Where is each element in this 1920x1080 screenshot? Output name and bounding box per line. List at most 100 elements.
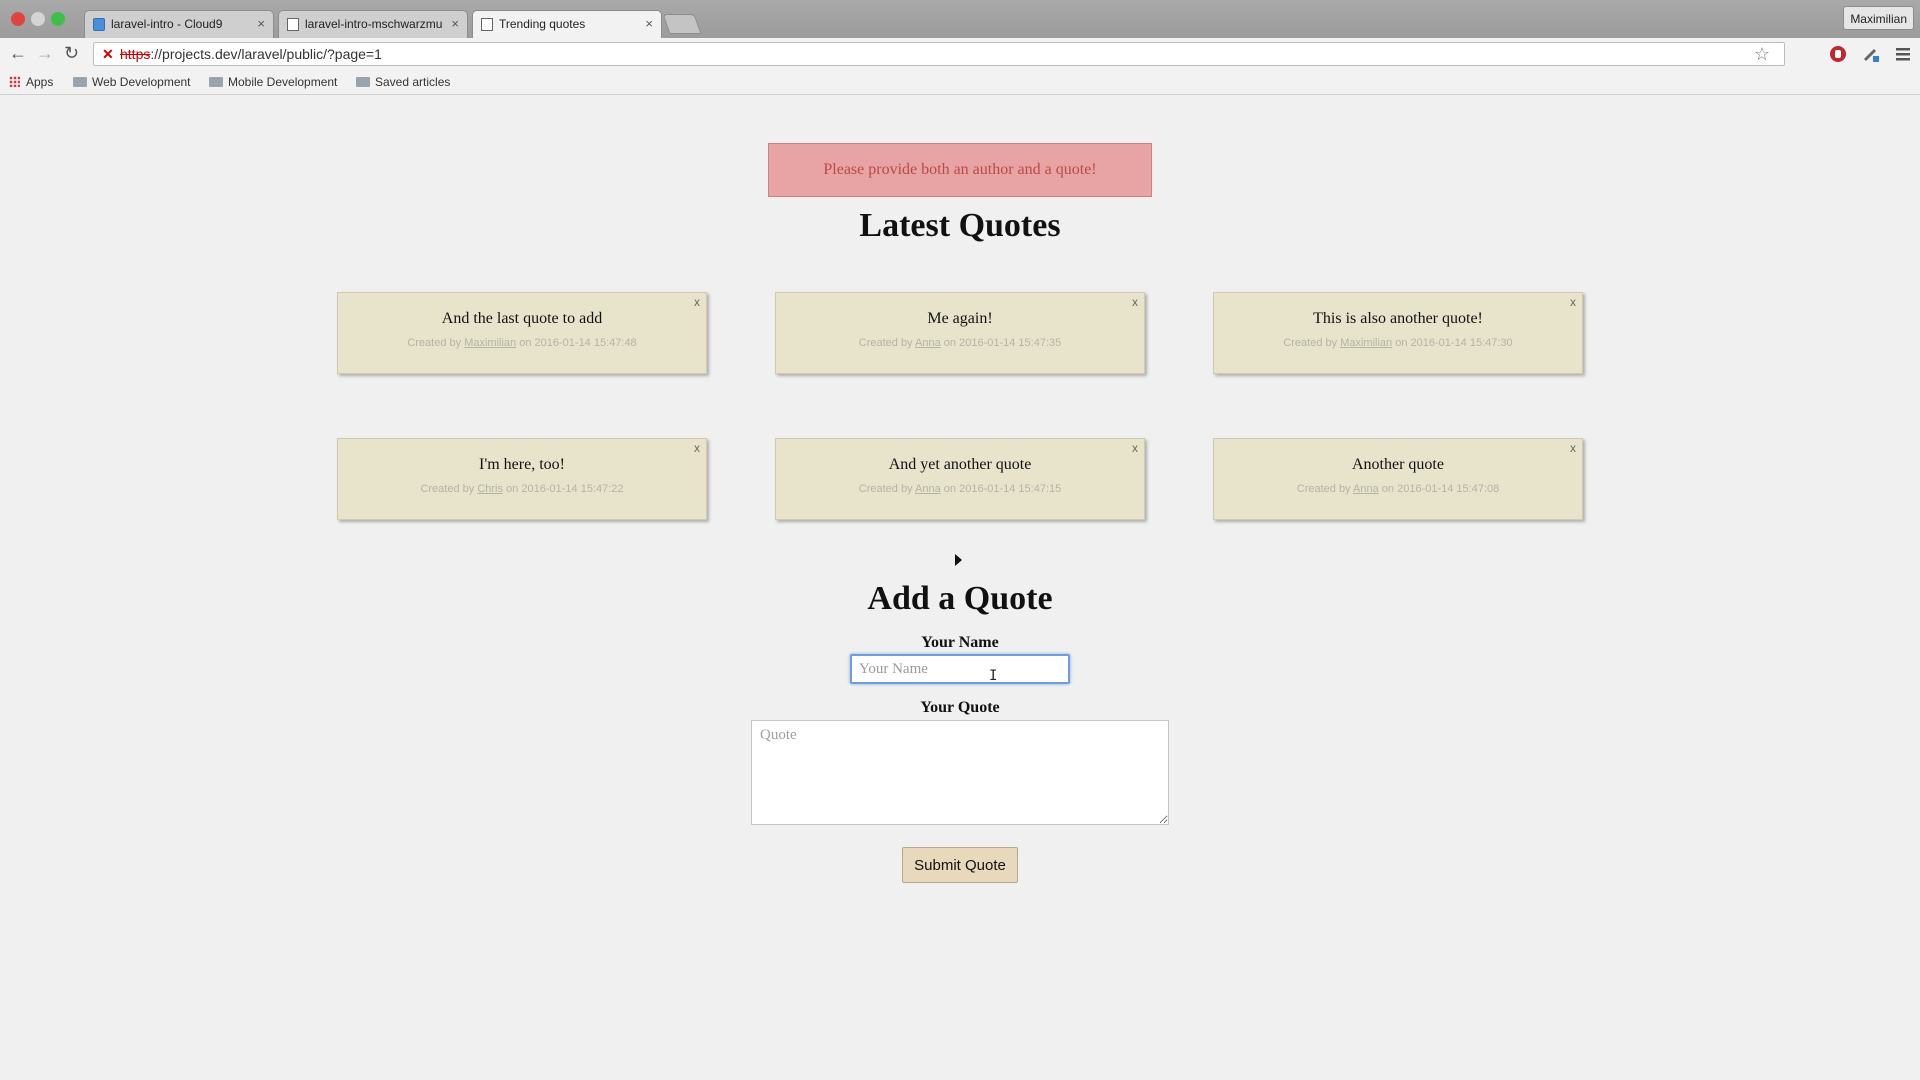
bookmark-mobile-development[interactable]: Mobile Development bbox=[209, 75, 337, 89]
next-page-arrow-icon[interactable] bbox=[955, 554, 962, 566]
minimize-window-button[interactable] bbox=[31, 12, 45, 26]
bookmarks-bar: Apps Web Development Mobile Development … bbox=[0, 70, 1920, 95]
latest-quotes-heading: Latest Quotes bbox=[859, 207, 1061, 244]
meta-prefix: Created by bbox=[1283, 337, 1338, 349]
meta-on: on bbox=[943, 337, 957, 349]
page-icon bbox=[481, 18, 493, 31]
browser-tab-cloud9[interactable]: laravel-intro - Cloud9 × bbox=[84, 10, 274, 38]
maximize-window-button[interactable] bbox=[51, 12, 65, 26]
quote-meta: Created by Chris on 2016-01-14 15:47:22 bbox=[338, 483, 706, 495]
bookmark-label: Mobile Development bbox=[228, 75, 338, 89]
quote-timestamp: 2016-01-14 15:47:35 bbox=[959, 337, 1062, 349]
browser-tab-trending-quotes[interactable]: Trending quotes × bbox=[472, 10, 662, 38]
tab-title: laravel-intro-mschwarzmu bbox=[305, 17, 443, 31]
delete-quote-button[interactable]: x bbox=[694, 441, 700, 455]
meta-prefix: Created by bbox=[407, 337, 462, 349]
meta-prefix: Created by bbox=[420, 483, 475, 495]
bookmark-apps[interactable]: Apps bbox=[9, 75, 53, 89]
close-window-button[interactable] bbox=[11, 12, 25, 26]
author-link[interactable]: Chris bbox=[477, 483, 503, 495]
quote-meta: Created by Maximilian on 2016-01-14 15:4… bbox=[1214, 337, 1582, 349]
meta-prefix: Created by bbox=[858, 483, 913, 495]
quote-text: Me again! bbox=[927, 310, 993, 327]
bookmark-web-development[interactable]: Web Development bbox=[73, 75, 191, 89]
bookmark-saved-articles[interactable]: Saved articles bbox=[356, 75, 450, 89]
add-quote-heading: Add a Quote bbox=[867, 580, 1053, 617]
meta-prefix: Created by bbox=[1296, 483, 1351, 495]
quote-text: Another quote bbox=[1352, 456, 1444, 473]
meta-on: on bbox=[519, 337, 532, 349]
quote-textarea[interactable] bbox=[751, 720, 1169, 825]
folder-icon bbox=[356, 77, 370, 87]
page-icon bbox=[287, 18, 299, 31]
bookmark-star-icon[interactable]: ☆ bbox=[1754, 44, 1770, 65]
address-bar[interactable]: ✕ https://projects.dev/laravel/public/?p… bbox=[93, 42, 1785, 66]
quote-text: This is also another quote! bbox=[1313, 310, 1483, 327]
reload-icon[interactable]: ↻ bbox=[64, 44, 79, 62]
error-alert: Please provide both an author and a quot… bbox=[768, 143, 1152, 197]
quote-timestamp: 2016-01-14 15:47:22 bbox=[521, 483, 624, 495]
tab-title: Trending quotes bbox=[499, 17, 586, 31]
close-tab-icon[interactable]: × bbox=[645, 16, 653, 31]
delete-quote-button[interactable]: x bbox=[1132, 441, 1138, 455]
quote-timestamp: 2016-01-14 15:47:48 bbox=[534, 337, 637, 349]
meta-on: on bbox=[1395, 337, 1408, 349]
page-content: Please provide both an author and a quot… bbox=[0, 95, 1920, 1080]
delete-quote-button[interactable]: x bbox=[1570, 441, 1576, 455]
close-tab-icon[interactable]: × bbox=[451, 16, 459, 31]
insecure-lock-icon: ✕ bbox=[102, 46, 114, 62]
name-input[interactable] bbox=[850, 654, 1070, 684]
meta-prefix: Created by bbox=[858, 337, 913, 349]
author-link[interactable]: Anna bbox=[1353, 483, 1379, 495]
author-link[interactable]: Maximilian bbox=[1340, 337, 1392, 349]
text-cursor-icon: I bbox=[989, 668, 998, 684]
author-link[interactable]: Anna bbox=[915, 483, 941, 495]
quote-meta: Created by Maximilian on 2016-01-14 15:4… bbox=[338, 337, 706, 349]
quote-card: x Me again! Created by Anna on 2016-01-1… bbox=[775, 292, 1145, 374]
bookmark-label: Web Development bbox=[92, 75, 191, 89]
forward-arrow-icon[interactable]: → bbox=[36, 44, 54, 62]
url-scheme: https bbox=[120, 46, 151, 62]
quote-label: Your Quote bbox=[920, 699, 1000, 716]
apps-grid-icon bbox=[9, 76, 20, 87]
browser-toolbar: ← → ↻ ✕ https://projects.dev/laravel/pub… bbox=[0, 38, 1920, 70]
menu-icon[interactable] bbox=[1894, 45, 1912, 63]
tab-title: laravel-intro - Cloud9 bbox=[111, 17, 223, 31]
eyedropper-extension-icon[interactable] bbox=[1862, 45, 1880, 63]
quote-card: x Another quote Created by Anna on 2016-… bbox=[1213, 438, 1583, 520]
url-path: ://projects.dev/laravel/public/?page=1 bbox=[150, 46, 382, 62]
adblock-extension-icon[interactable] bbox=[1829, 45, 1847, 63]
meta-on: on bbox=[1381, 483, 1395, 495]
delete-quote-button[interactable]: x bbox=[694, 295, 700, 309]
browser-tab-bar: laravel-intro - Cloud9 × laravel-intro-m… bbox=[0, 0, 1920, 38]
author-link[interactable]: Maximilian bbox=[464, 337, 516, 349]
folder-icon bbox=[73, 77, 87, 87]
close-tab-icon[interactable]: × bbox=[257, 16, 265, 31]
bookmark-label: Saved articles bbox=[375, 75, 451, 89]
quote-timestamp: 2016-01-14 15:47:15 bbox=[959, 483, 1062, 495]
browser-tab-mschwarzmu[interactable]: laravel-intro-mschwarzmu × bbox=[278, 10, 468, 38]
meta-on: on bbox=[943, 483, 957, 495]
author-link[interactable]: Anna bbox=[915, 337, 941, 349]
delete-quote-button[interactable]: x bbox=[1570, 295, 1576, 309]
quote-text: And yet another quote bbox=[888, 456, 1032, 473]
profile-button[interactable]: Maximilian bbox=[1843, 6, 1914, 30]
name-label: Your Name bbox=[921, 634, 999, 651]
submit-quote-button[interactable]: Submit Quote bbox=[902, 847, 1018, 883]
quote-text: And the last quote to add bbox=[441, 310, 603, 327]
meta-on: on bbox=[506, 483, 519, 495]
folder-icon bbox=[209, 77, 223, 87]
quote-card: x And yet another quote Created by Anna … bbox=[775, 438, 1145, 520]
delete-quote-button[interactable]: x bbox=[1132, 295, 1138, 309]
new-tab-button[interactable] bbox=[662, 14, 702, 34]
quote-timestamp: 2016-01-14 15:47:30 bbox=[1410, 337, 1513, 349]
bookmark-label: Apps bbox=[26, 75, 54, 89]
back-arrow-icon[interactable]: ← bbox=[9, 44, 27, 62]
quote-meta: Created by Anna on 2016-01-14 15:47:15 bbox=[776, 483, 1144, 495]
quote-meta: Created by Anna on 2016-01-14 15:47:35 bbox=[776, 337, 1144, 349]
quote-card: x And the last quote to add Created by M… bbox=[337, 292, 707, 374]
cloud9-icon bbox=[93, 18, 105, 31]
quote-timestamp: 2016-01-14 15:47:08 bbox=[1397, 483, 1500, 495]
quote-text: I'm here, too! bbox=[479, 456, 565, 473]
quote-meta: Created by Anna on 2016-01-14 15:47:08 bbox=[1214, 483, 1582, 495]
